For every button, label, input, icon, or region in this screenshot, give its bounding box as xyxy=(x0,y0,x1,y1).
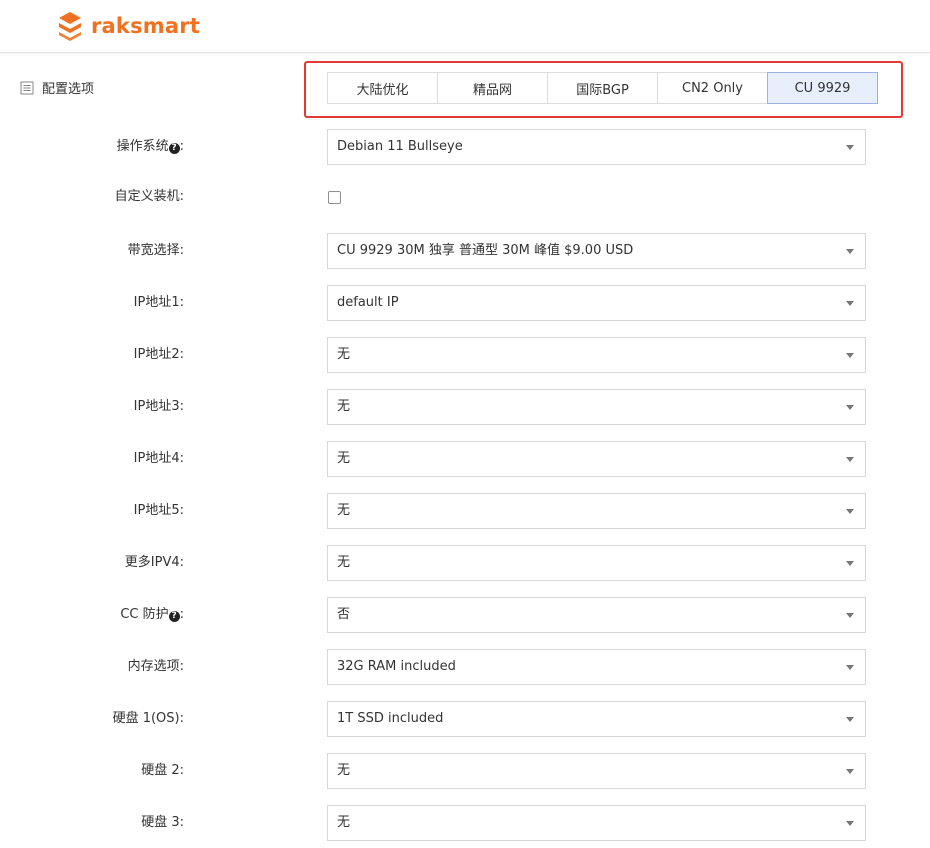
site-header: raksmart xyxy=(0,0,930,53)
disk1-select[interactable]: 1T SSD included xyxy=(327,701,866,737)
chevron-down-icon xyxy=(846,769,854,774)
section-title: 配置选项 xyxy=(42,82,95,97)
ip2-select-value: 无 xyxy=(337,347,351,362)
cc-protection-select[interactable]: 否 xyxy=(327,597,866,633)
ram-select[interactable]: 32G RAM included xyxy=(327,649,866,685)
logo-text: raksmart xyxy=(91,14,201,38)
ip3-row: IP地址3: 无 xyxy=(0,389,930,425)
tab-mainland-optimized[interactable]: 大陆优化 xyxy=(327,72,438,104)
chevron-down-icon xyxy=(846,665,854,670)
disk2-row: 硬盘 2: 无 xyxy=(0,753,930,789)
disk2-label: 硬盘 2: xyxy=(141,763,184,778)
chevron-down-icon xyxy=(846,613,854,618)
ip5-select-value: 无 xyxy=(337,503,351,518)
chevron-down-icon xyxy=(846,405,854,410)
custom-install-row: 自定义装机: xyxy=(0,179,930,215)
disk2-select-value: 无 xyxy=(337,763,351,778)
chevron-down-icon xyxy=(846,249,854,254)
ip3-select[interactable]: 无 xyxy=(327,389,866,425)
chevron-down-icon xyxy=(846,561,854,566)
section-header: 配置选项 xyxy=(20,78,94,97)
custom-install-checkbox[interactable] xyxy=(328,191,341,204)
custom-install-label: 自定义装机: xyxy=(114,189,184,204)
ip1-select-value: default IP xyxy=(337,295,399,310)
disk1-select-value: 1T SSD included xyxy=(337,711,444,726)
chevron-down-icon xyxy=(846,457,854,462)
os-select-value: Debian 11 Bullseye xyxy=(337,139,463,154)
disk3-row: 硬盘 3: 无 xyxy=(0,805,930,841)
disk3-select[interactable]: 无 xyxy=(327,805,866,841)
ip2-select[interactable]: 无 xyxy=(327,337,866,373)
more-ipv4-select-value: 无 xyxy=(337,555,351,570)
disk3-select-value: 无 xyxy=(337,815,351,830)
bandwidth-row: 带宽选择: CU 9929 30M 独享 普通型 30M 峰值 $9.00 US… xyxy=(0,233,930,269)
label-colon: : xyxy=(179,139,184,154)
ip4-row: IP地址4: 无 xyxy=(0,441,930,477)
list-icon xyxy=(20,81,34,94)
ip4-select[interactable]: 无 xyxy=(327,441,866,477)
cc-protection-label-text: CC 防护 xyxy=(120,607,169,622)
help-icon[interactable]: ? xyxy=(168,611,180,622)
ip3-select-value: 无 xyxy=(337,399,351,414)
os-label: 操作系统?: xyxy=(117,129,184,165)
tab-cu-9929[interactable]: CU 9929 xyxy=(767,72,878,104)
ram-row: 内存选项: 32G RAM included xyxy=(0,649,930,685)
os-label-text: 操作系统 xyxy=(116,139,169,154)
ip5-row: IP地址5: 无 xyxy=(0,493,930,529)
tab-cn2-only[interactable]: CN2 Only xyxy=(657,72,768,104)
bandwidth-label: 带宽选择: xyxy=(127,243,184,258)
network-tabs: 大陆优化 精品网 国际BGP CN2 Only CU 9929 xyxy=(327,72,878,104)
ip1-label: IP地址1: xyxy=(133,295,184,310)
help-icon[interactable]: ? xyxy=(168,143,180,154)
ram-label: 内存选项: xyxy=(127,659,184,674)
tab-international-bgp[interactable]: 国际BGP xyxy=(547,72,658,104)
ip1-row: IP地址1: default IP xyxy=(0,285,930,321)
bandwidth-select-value: CU 9929 30M 独享 普通型 30M 峰值 $9.00 USD xyxy=(337,243,634,258)
tab-premium-network[interactable]: 精品网 xyxy=(437,72,548,104)
disk3-label: 硬盘 3: xyxy=(141,815,184,830)
bandwidth-select[interactable]: CU 9929 30M 独享 普通型 30M 峰值 $9.00 USD xyxy=(327,233,866,269)
ip4-label: IP地址4: xyxy=(133,451,184,466)
ip3-label: IP地址3: xyxy=(133,399,184,414)
chevron-down-icon xyxy=(846,717,854,722)
ip2-label: IP地址2: xyxy=(133,347,184,362)
more-ipv4-select[interactable]: 无 xyxy=(327,545,866,581)
site-logo[interactable]: raksmart xyxy=(56,10,200,42)
os-select[interactable]: Debian 11 Bullseye xyxy=(327,129,866,165)
ip5-select[interactable]: 无 xyxy=(327,493,866,529)
chevron-down-icon xyxy=(846,821,854,826)
cc-protection-select-value: 否 xyxy=(337,607,351,622)
cc-protection-label: CC 防护?: xyxy=(120,597,184,633)
label-colon: : xyxy=(179,607,184,622)
chevron-down-icon xyxy=(846,301,854,306)
chevron-down-icon xyxy=(846,353,854,358)
disk1-row: 硬盘 1(OS): 1T SSD included xyxy=(0,701,930,737)
ram-select-value: 32G RAM included xyxy=(337,659,456,674)
more-ipv4-label: 更多IPV4: xyxy=(124,555,184,570)
disk2-select[interactable]: 无 xyxy=(327,753,866,789)
raksmart-logo-icon xyxy=(59,12,81,41)
ip2-row: IP地址2: 无 xyxy=(0,337,930,373)
ip5-label: IP地址5: xyxy=(133,503,184,518)
chevron-down-icon xyxy=(846,509,854,514)
disk1-label: 硬盘 1(OS): xyxy=(112,711,184,726)
more-ipv4-row: 更多IPV4: 无 xyxy=(0,545,930,581)
ip4-select-value: 无 xyxy=(337,451,351,466)
ip1-select[interactable]: default IP xyxy=(327,285,866,321)
chevron-down-icon xyxy=(846,145,854,150)
os-row: 操作系统?: Debian 11 Bullseye xyxy=(0,129,930,165)
cc-protection-row: CC 防护?: 否 xyxy=(0,597,930,633)
